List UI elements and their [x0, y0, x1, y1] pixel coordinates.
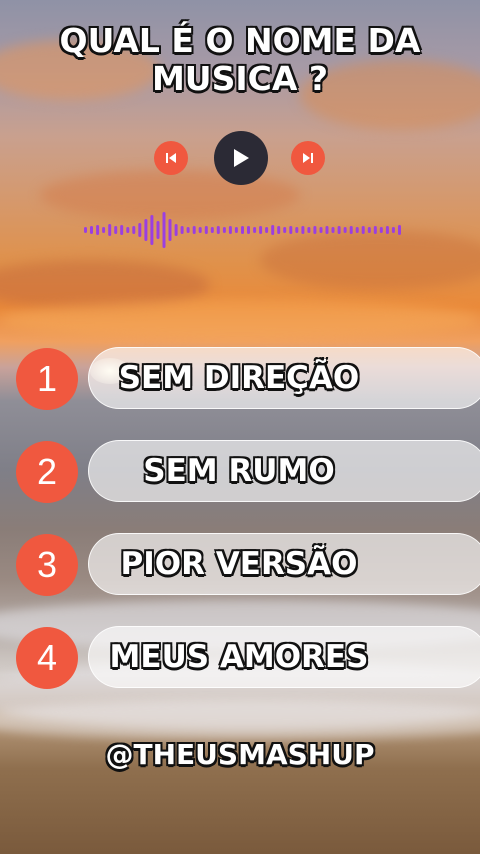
play-button[interactable] [214, 131, 268, 185]
waveform-bar [108, 224, 112, 236]
beach-sunset-background [0, 0, 480, 854]
option-pill[interactable]: SEM RUMO [88, 440, 480, 502]
answer-option-4[interactable]: 4 MEUS AMORES [0, 625, 480, 691]
waveform-bar [174, 224, 178, 236]
waveform-bar [186, 227, 190, 233]
waveform-bar [391, 227, 395, 233]
audio-waveform [84, 212, 401, 248]
option-number-badge: 2 [16, 441, 78, 503]
option-label: PIOR VERSÃO [120, 546, 358, 582]
player-controls [0, 130, 480, 186]
waveform-bar [319, 227, 323, 233]
waveform-bar [361, 226, 365, 234]
quiz-title-line-2: MUSICA ? [151, 59, 329, 98]
waveform-bar [271, 225, 275, 235]
waveform-bar [259, 226, 263, 234]
waveform-bar [325, 226, 329, 234]
waveform-bar [367, 227, 371, 233]
quiz-title-line-1: QUAL É O NOME DA [59, 21, 421, 60]
waveform-bar [283, 227, 287, 233]
waveform-bar [277, 226, 281, 234]
waveform-bar [192, 226, 196, 234]
waveform-bar [373, 226, 377, 234]
waveform-bar [241, 226, 244, 234]
waveform-bar [222, 227, 226, 233]
waveform-bar [126, 227, 130, 233]
waveform-bar [379, 227, 383, 233]
previous-button[interactable] [154, 141, 188, 175]
option-pill[interactable]: SEM DIREÇÃO [88, 347, 480, 409]
waveform-bar [120, 225, 124, 235]
waveform-bar [102, 227, 106, 233]
option-label: SEM DIREÇÃO [118, 360, 360, 396]
play-icon [234, 149, 249, 167]
waveform-bar [398, 225, 401, 235]
answer-option-1[interactable]: 1 SEM DIREÇÃO [0, 346, 480, 412]
waveform-bar [138, 223, 142, 237]
waveform-bar [343, 227, 347, 233]
answer-option-3[interactable]: 3 PIOR VERSÃO [0, 532, 480, 598]
waveform-bar [355, 227, 359, 233]
waveform-bar [253, 227, 257, 233]
option-number-badge: 1 [16, 348, 78, 410]
skip-back-icon [166, 153, 176, 163]
waveform-bar [337, 226, 341, 234]
option-pill[interactable]: PIOR VERSÃO [88, 533, 480, 595]
answer-option-2[interactable]: 2 SEM RUMO [0, 439, 480, 505]
waveform-bar [234, 227, 238, 233]
creator-handle: @THEUSMASHUP [105, 738, 375, 771]
waveform-bar [265, 227, 269, 233]
waveform-bar [295, 227, 299, 233]
waveform-bar [204, 226, 208, 234]
skip-forward-icon [303, 153, 313, 163]
option-number-badge: 4 [16, 627, 78, 689]
option-pill[interactable]: MEUS AMORES [88, 626, 480, 688]
option-label: MEUS AMORES [109, 639, 369, 675]
waveform-bar [168, 219, 172, 241]
waveform-bar [301, 226, 305, 234]
waveform-bar [90, 226, 93, 234]
option-label: SEM RUMO [143, 453, 335, 489]
waveform-bar [289, 226, 293, 234]
waveform-bar [180, 226, 184, 234]
waveform-bar [313, 226, 317, 234]
waveform-bar [216, 226, 220, 234]
waveform-bar [198, 227, 202, 233]
waveform-bar [114, 226, 118, 234]
option-number-badge: 3 [16, 534, 78, 596]
waveform-bar [96, 225, 100, 235]
waveform-bar [162, 212, 166, 248]
next-button[interactable] [291, 141, 325, 175]
waveform-bar [247, 226, 250, 234]
waveform-bar [150, 215, 154, 245]
quiz-title: QUAL É O NOME DA MUSICA ? [0, 22, 480, 98]
waveform-bar [156, 221, 160, 239]
waveform-bar [385, 226, 389, 234]
waveform-bar [349, 226, 353, 234]
waveform-bar [132, 226, 136, 234]
waveform-bar [228, 226, 232, 234]
waveform-bar [331, 227, 335, 233]
waveform-bar [84, 227, 87, 233]
waveform-bar [144, 219, 148, 241]
waveform-bar [307, 227, 311, 233]
waveform-bar [210, 227, 214, 233]
